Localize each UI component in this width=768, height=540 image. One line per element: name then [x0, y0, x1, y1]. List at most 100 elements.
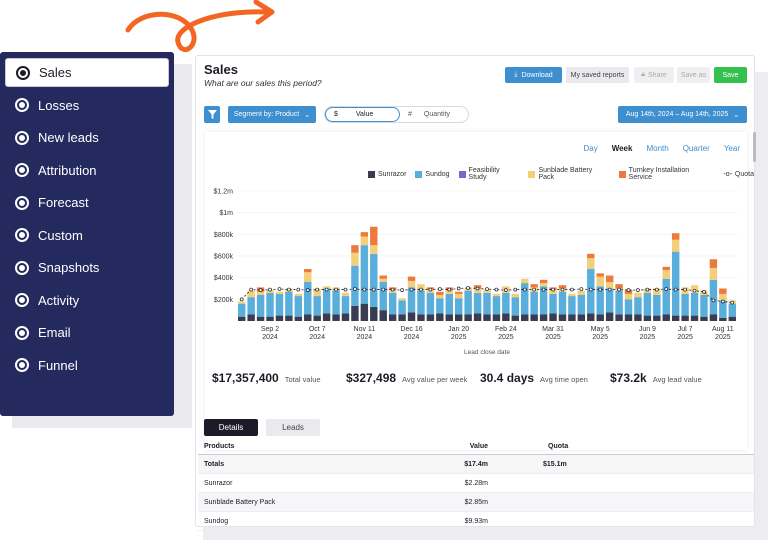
bar-segment — [558, 314, 567, 321]
date-range-label: Aug 14th, 2024 – Aug 14th, 2025 — [625, 111, 729, 118]
bar-segment — [568, 314, 576, 321]
save-as-button[interactable]: Save as — [677, 67, 710, 83]
bar-segment — [587, 313, 595, 321]
legend-swatch — [618, 170, 626, 178]
bar-segment — [454, 314, 463, 321]
table-row[interactable]: Totals $17.4m $15.1m — [198, 455, 754, 474]
tab-leads[interactable]: Leads — [266, 419, 320, 436]
bar-segment — [360, 245, 369, 304]
tab-quarter[interactable]: Quarter — [683, 144, 710, 153]
table-row[interactable]: Sundog $9.93m — [198, 512, 754, 531]
x-tick-label: 2025 — [715, 334, 731, 341]
bar-segment — [605, 282, 614, 289]
bar-segment — [615, 314, 623, 321]
quantity-symbol: # — [408, 111, 412, 118]
bar-segment — [275, 315, 284, 321]
sidebar-item-new-leads[interactable]: New leads — [5, 123, 169, 152]
quota-point — [692, 288, 697, 293]
segment-dropdown[interactable]: Segment by: Product ⌄ — [228, 106, 316, 123]
value-option[interactable]: $ Value — [325, 107, 400, 122]
date-range-picker[interactable]: Aug 14th, 2024 – Aug 14th, 2025 ⌄ — [618, 106, 747, 123]
quota-point — [720, 299, 725, 304]
table-row[interactable]: Sunblade Battery Pack $2.85m — [198, 493, 754, 512]
bar-segment — [511, 293, 520, 298]
bar-segment — [681, 315, 689, 321]
bar-segment — [417, 290, 425, 315]
bar-segment — [464, 290, 472, 315]
scrollbar[interactable] — [753, 132, 756, 162]
share-button[interactable]: 🔒︎ Share — [634, 67, 674, 83]
kpi-row: $17,357,400 Total value $327,498 Avg value … — [212, 371, 742, 385]
download-icon: ⤓ — [514, 71, 518, 78]
sidebar-item-forecast[interactable]: Forecast — [5, 188, 169, 217]
bar-segment — [615, 290, 623, 315]
sidebar-item-custom[interactable]: Custom — [5, 221, 169, 250]
legend-swatch-quota: -o- — [723, 170, 732, 178]
quota-point — [239, 297, 244, 302]
quota-point — [504, 288, 508, 292]
quota-point — [258, 288, 263, 292]
quantity-option[interactable]: # Quantity — [400, 111, 450, 118]
sidebar-item-attribution[interactable]: Attribution — [5, 156, 169, 185]
header-value: Value — [469, 443, 488, 450]
tab-day[interactable]: Day — [583, 144, 597, 153]
period-tabs: Day Week Month Quarter Year — [583, 144, 740, 153]
email-icon — [15, 325, 29, 340]
sidebar-item-losses[interactable]: Losses — [5, 91, 169, 120]
sidebar-item-snapshots[interactable]: Snapshots — [5, 253, 169, 282]
bar-segment — [549, 313, 557, 321]
sidebar-item-funnel[interactable]: Funnel — [5, 351, 169, 380]
kpi-avg-value-per-week: $327,498 Avg value per week — [346, 371, 480, 385]
lock-icon: 🔒︎ — [641, 71, 646, 78]
tab-details[interactable]: Details — [204, 419, 258, 436]
tab-year[interactable]: Year — [724, 144, 740, 153]
bar-segment — [473, 292, 482, 314]
x-tick-label: 2024 — [404, 334, 420, 341]
cell-value: $2.28m — [464, 479, 488, 487]
sidebar-item-sales[interactable]: Sales — [5, 58, 169, 87]
filter-button[interactable] — [204, 106, 220, 123]
bar-segment — [511, 315, 520, 321]
bar-segment — [634, 314, 642, 321]
bar-segment — [398, 314, 406, 321]
bar-segment — [351, 245, 359, 253]
bar-segment — [436, 313, 444, 321]
quota-point — [466, 286, 470, 290]
cell-value: $2.85m — [464, 498, 488, 506]
bar-segment — [719, 293, 727, 301]
saved-reports-button[interactable]: My saved reports — [566, 67, 629, 83]
download-button[interactable]: ⤓ Download — [505, 67, 562, 83]
sidebar-item-email[interactable]: Email — [5, 318, 169, 347]
x-tick-label: 2025 — [640, 334, 656, 341]
bar-segment — [624, 314, 633, 321]
y-tick-label: $200k — [214, 297, 234, 304]
bar-segment — [662, 314, 670, 321]
quota-point — [428, 287, 433, 292]
tab-week[interactable]: Week — [612, 144, 633, 153]
bar-segment — [398, 298, 406, 301]
sidebar-item-activity[interactable]: Activity — [5, 286, 169, 315]
bar-segment — [360, 232, 369, 237]
bar-segment — [341, 292, 350, 297]
star-icon — [16, 65, 30, 80]
chevron-down-icon: ⌄ — [304, 111, 311, 119]
bar-segment — [700, 295, 708, 317]
bar-segment — [709, 314, 718, 321]
table-row[interactable]: Sunrazor $2.28m — [198, 474, 754, 493]
legend-swatch — [415, 170, 423, 178]
quota-point — [456, 286, 461, 291]
bar-segment — [304, 269, 312, 273]
legend-item: Turnkey Installation Service — [618, 167, 715, 181]
tab-month[interactable]: Month — [646, 144, 668, 153]
bar-segment — [285, 315, 293, 321]
quota-point — [277, 287, 282, 291]
save-button[interactable]: Save — [714, 67, 747, 83]
dots-icon — [15, 195, 29, 210]
kpi-label: Avg time open — [540, 375, 588, 384]
sidebar: Sales Losses New leads Attribution Forecast C… — [0, 52, 174, 416]
x-tick-label: Dec 16 — [400, 326, 422, 333]
bar-segment — [407, 312, 416, 321]
bar-segment — [605, 288, 614, 313]
bar-segment — [266, 292, 274, 317]
x-tick-label: Jun 9 — [639, 326, 656, 333]
